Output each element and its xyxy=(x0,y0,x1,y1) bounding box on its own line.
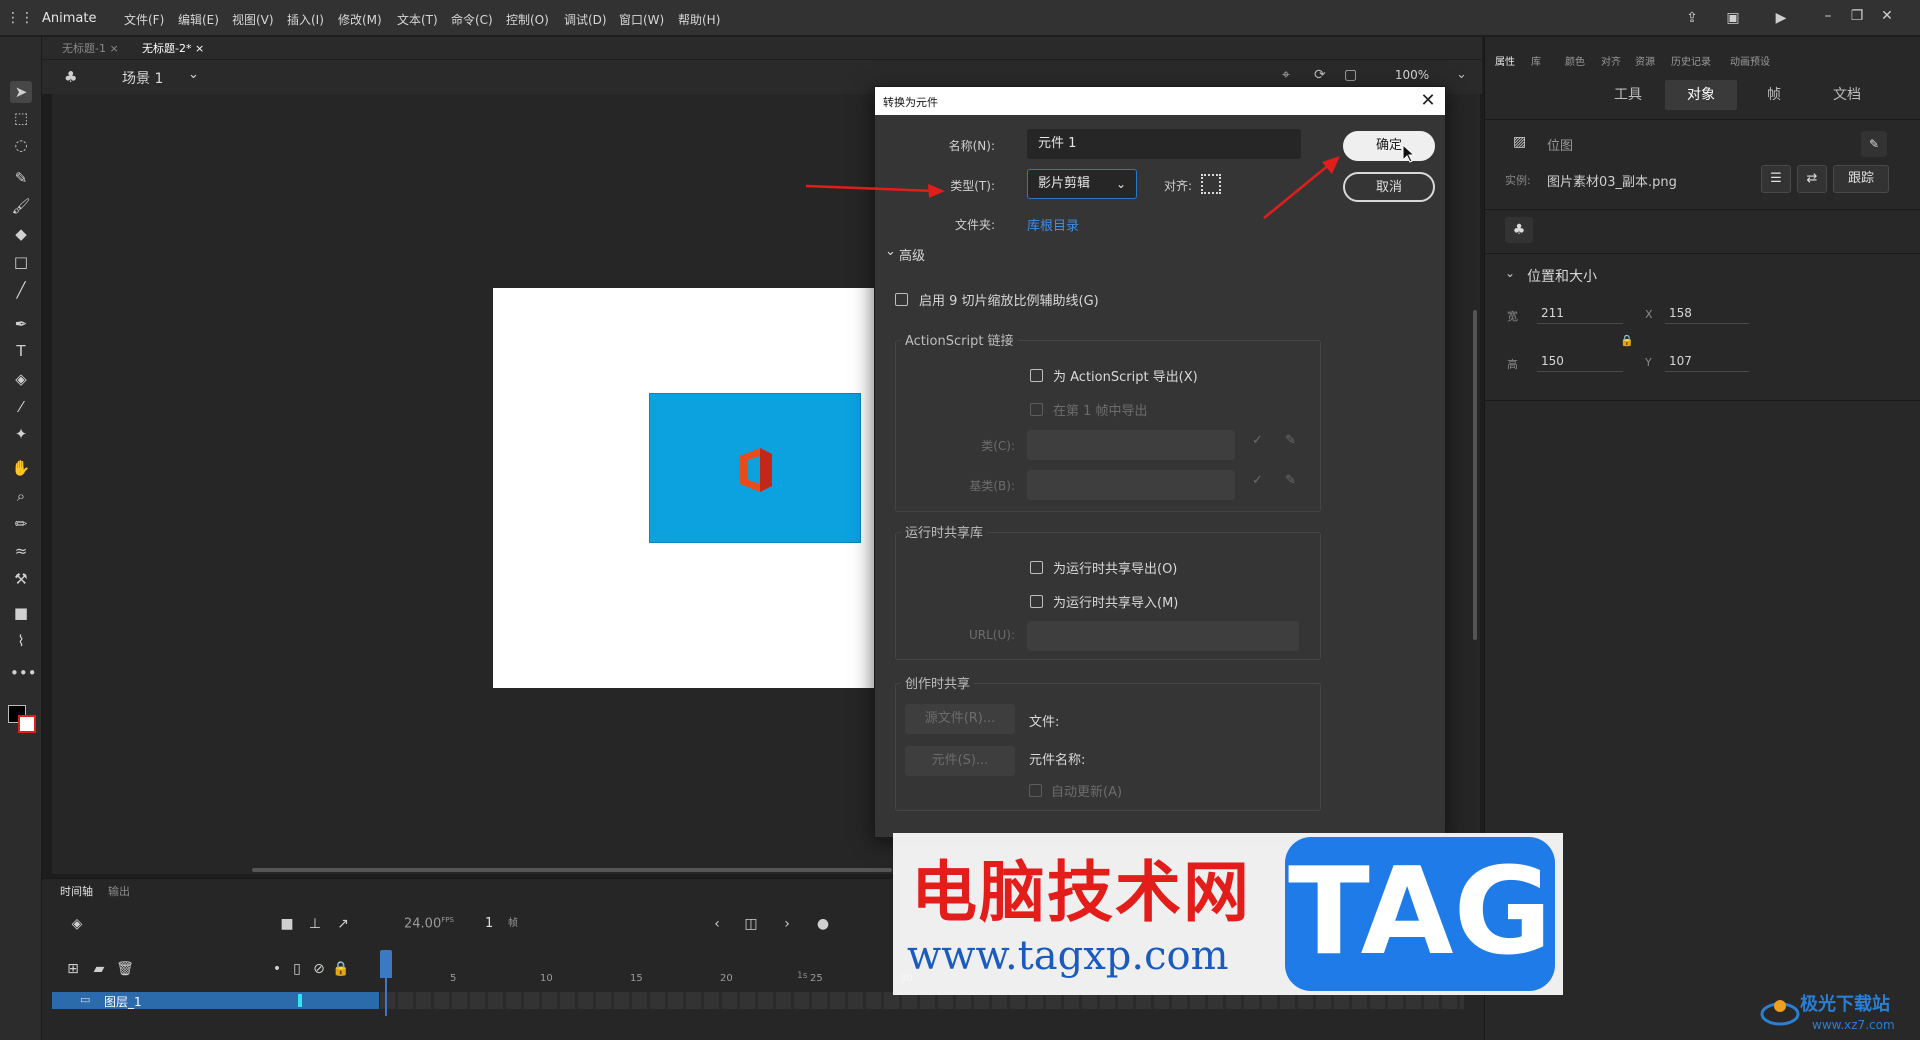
corner-watermark-url: www.xz7.com xyxy=(1812,1018,1895,1032)
corner-watermark: 极光下载站 www.xz7.com xyxy=(1760,986,1920,1040)
watermark-tag-logo: TAG xyxy=(1285,837,1555,991)
corner-logo-icon xyxy=(1760,1000,1800,1026)
watermark-tag-text: TAG xyxy=(1288,843,1552,982)
arrow-to-ok-icon xyxy=(1263,156,1340,219)
watermark-banner: 电脑技术网 www.tagxp.com TAG xyxy=(893,833,1563,995)
arrow-to-type-icon xyxy=(805,184,945,198)
corner-watermark-text: 极光下载站 xyxy=(1800,994,1890,1015)
watermark-url: www.tagxp.com xyxy=(907,933,1229,979)
watermark-title: 电脑技术网 xyxy=(911,853,1251,931)
